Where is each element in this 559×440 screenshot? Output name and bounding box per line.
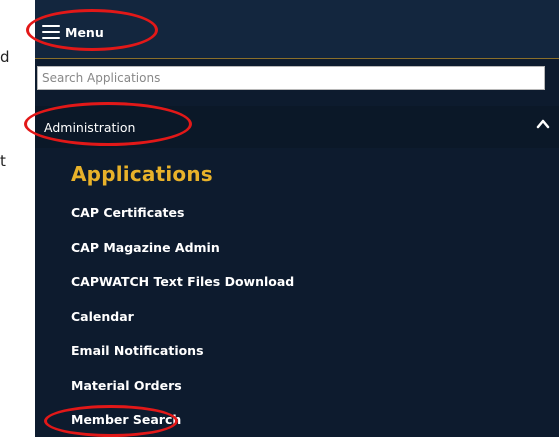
app-link-material-orders[interactable]: Material Orders bbox=[71, 371, 294, 406]
navigation-panel: Menu Administration Applications CAP Cer… bbox=[35, 0, 559, 437]
background-text-fragment: d bbox=[0, 48, 10, 66]
menu-label: Menu bbox=[65, 24, 104, 40]
applications-heading: Applications bbox=[71, 162, 213, 186]
search-container bbox=[35, 66, 559, 96]
background-text-fragment: t bbox=[0, 152, 6, 170]
menu-header: Menu bbox=[35, 0, 559, 59]
search-input[interactable] bbox=[37, 66, 545, 90]
section-header-administration[interactable]: Administration bbox=[35, 106, 559, 148]
applications-list: CAP Certificates CAP Magazine Admin CAPW… bbox=[71, 198, 294, 440]
section-label: Administration bbox=[44, 120, 136, 135]
menu-button[interactable]: Menu bbox=[42, 22, 104, 42]
app-link-cap-magazine-admin[interactable]: CAP Magazine Admin bbox=[71, 233, 294, 268]
app-link-email-notifications[interactable]: Email Notifications bbox=[71, 336, 294, 371]
app-link-cap-certificates[interactable]: CAP Certificates bbox=[71, 198, 294, 233]
app-link-calendar[interactable]: Calendar bbox=[71, 302, 294, 337]
hamburger-icon bbox=[42, 25, 60, 39]
chevron-up-icon[interactable] bbox=[535, 116, 551, 132]
app-link-member-search[interactable]: Member Search bbox=[71, 405, 294, 440]
app-link-capwatch-text-files[interactable]: CAPWATCH Text Files Download bbox=[71, 267, 294, 302]
